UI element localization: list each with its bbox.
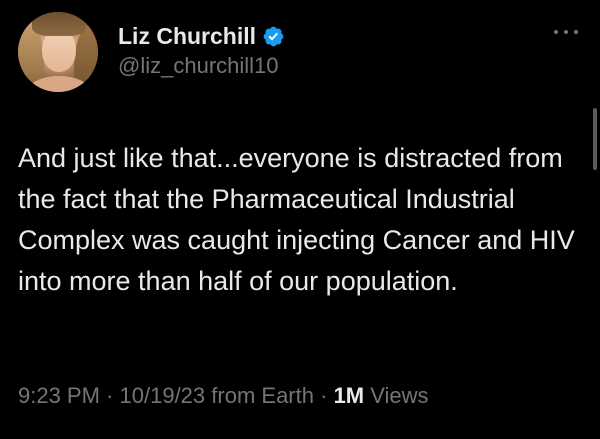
more-horizontal-icon[interactable] [554, 24, 578, 40]
author-display-name[interactable]: Liz Churchill [118, 23, 256, 50]
scrollbar[interactable] [593, 108, 597, 170]
tweet-source: from Earth [211, 383, 314, 408]
more-dot [564, 30, 568, 34]
tweet-date[interactable]: 10/19/23 [120, 383, 206, 408]
tweet-meta: 9:23 PM · 10/19/23 from Earth · 1M Views [18, 383, 429, 409]
avatar-top-hair [32, 12, 86, 36]
verified-badge-icon [263, 26, 284, 46]
views-label[interactable]: Views [370, 383, 428, 408]
avatar[interactable] [18, 12, 98, 92]
meta-separator: · [320, 383, 328, 408]
author-name-row[interactable]: Liz Churchill [118, 21, 285, 51]
views-count[interactable]: 1M [334, 383, 365, 408]
tweet-time[interactable]: 9:23 PM [18, 383, 100, 408]
tweet-text: And just like that...everyone is distrac… [18, 143, 575, 296]
more-dot [574, 30, 578, 34]
tweet-card: Liz Churchill @liz_churchill10 And just … [0, 0, 600, 439]
more-dot [554, 30, 558, 34]
meta-separator: · [106, 383, 114, 408]
author-handle[interactable]: @liz_churchill10 [118, 53, 279, 79]
